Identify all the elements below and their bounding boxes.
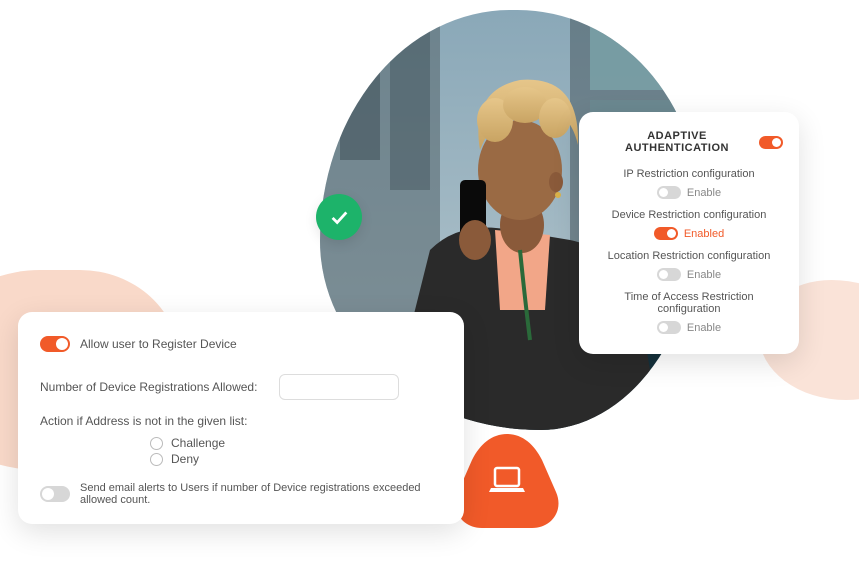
ip-restriction-toggle[interactable] xyxy=(657,186,681,199)
adaptive-auth-title: ADAPTIVE AUTHENTICATION xyxy=(595,130,759,154)
radio-label: Deny xyxy=(171,452,199,466)
radio-label: Challenge xyxy=(171,436,225,450)
time-restriction-toggle[interactable] xyxy=(657,321,681,334)
num-registrations-input[interactable] xyxy=(279,374,399,400)
config-label-ip: IP Restriction configuration xyxy=(593,168,785,180)
radio-icon xyxy=(150,437,163,450)
email-alerts-toggle[interactable] xyxy=(40,486,70,502)
email-alerts-label: Send email alerts to Users if number of … xyxy=(80,482,442,506)
check-icon xyxy=(328,206,350,228)
adaptive-authentication-card: ADAPTIVE AUTHENTICATION IP Restriction c… xyxy=(579,112,799,354)
allow-register-toggle[interactable] xyxy=(40,336,70,352)
toggle-status-label: Enable xyxy=(687,187,721,199)
check-badge xyxy=(316,194,362,240)
config-label-location: Location Restriction configuration xyxy=(593,250,785,262)
config-label-time: Time of Access Restriction configuration xyxy=(593,291,785,315)
toggle-status-label: Enable xyxy=(687,322,721,334)
allow-register-label: Allow user to Register Device xyxy=(80,337,237,351)
config-label-device: Device Restriction configuration xyxy=(593,209,785,221)
radio-icon xyxy=(150,453,163,466)
action-if-address-label: Action if Address is not in the given li… xyxy=(40,414,442,428)
radio-option-deny[interactable]: Deny xyxy=(150,452,442,466)
adaptive-auth-master-toggle[interactable] xyxy=(759,136,783,149)
laptop-badge xyxy=(452,430,562,530)
laptop-icon xyxy=(487,464,527,496)
toggle-status-label: Enable xyxy=(687,269,721,281)
device-restriction-toggle[interactable] xyxy=(654,227,678,240)
location-restriction-toggle[interactable] xyxy=(657,268,681,281)
radio-option-challenge[interactable]: Challenge xyxy=(150,436,442,450)
num-registrations-label: Number of Device Registrations Allowed: xyxy=(40,380,257,394)
device-registration-card: Allow user to Register Device Number of … xyxy=(18,312,464,524)
toggle-status-label: Enabled xyxy=(684,228,724,240)
